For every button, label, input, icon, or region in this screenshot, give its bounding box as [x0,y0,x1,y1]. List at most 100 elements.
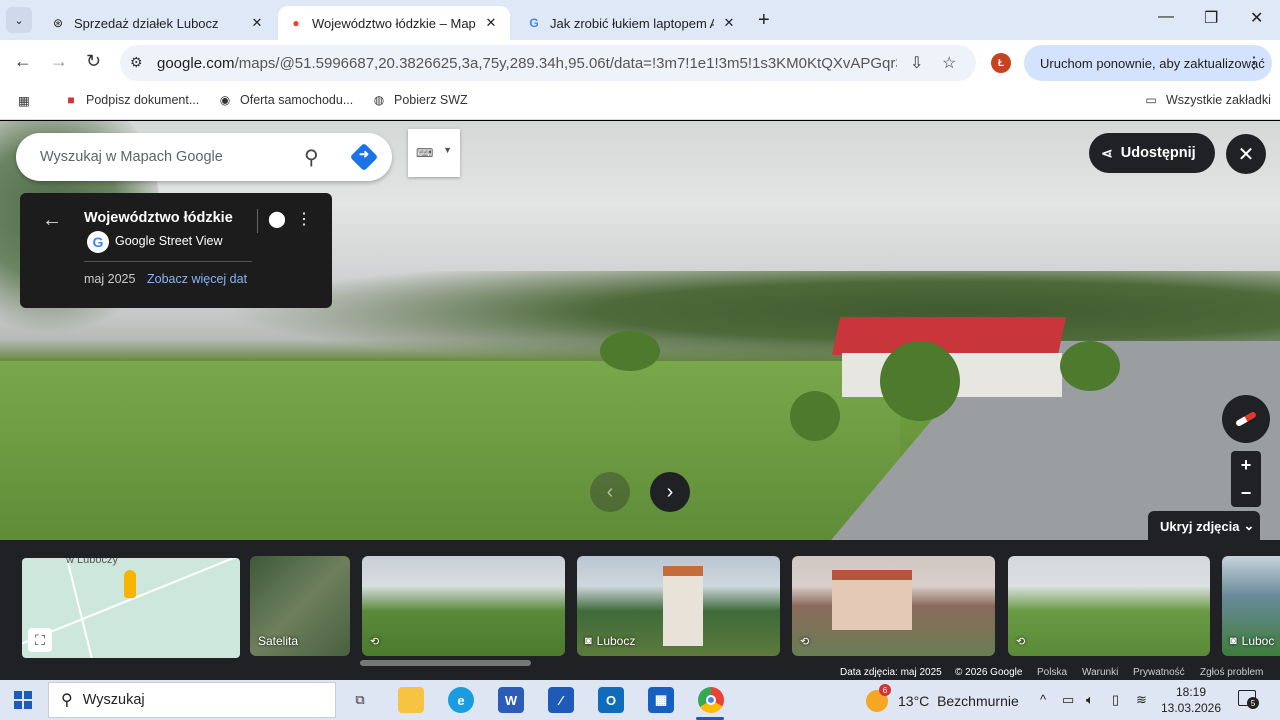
country-link[interactable]: Polska [1037,667,1067,678]
install-app-icon[interactable]: ⇩ [910,53,923,73]
volume-icon[interactable]: 🔈︎ [1086,692,1094,708]
location-title: Województwo łódzkie [84,210,233,226]
zoom-out-button[interactable]: − [1231,479,1261,507]
profile-avatar[interactable]: Ł [991,53,1011,73]
next-photo-button[interactable]: › [650,472,690,512]
document-icon: ■ [67,93,75,107]
compass-button[interactable] [1222,395,1270,443]
privacy-link[interactable]: Prywatność [1133,667,1185,678]
street-view-panorama[interactable] [0,121,1280,540]
back-button[interactable]: ← [14,51,32,72]
report-problem-link[interactable]: Zgłoś problem [1200,667,1263,678]
car-icon: ◉ [219,93,231,107]
back-arrow-icon[interactable]: ← [42,209,62,232]
menu-dots-icon[interactable]: ⋮ [1246,53,1262,73]
photo-date-label: Data zdjęcia: maj 2025 [840,667,942,678]
pegman-icon[interactable] [124,570,136,598]
task-view-icon[interactable]: ⧉ [347,687,373,713]
apps-grid-icon[interactable]: ▦ [18,93,30,108]
new-tab-button[interactable]: + [758,9,770,32]
street-view-icon: ⟲ [800,636,810,648]
address-bar[interactable]: ⚙ google.com/maps/@51.5996687,20.3826625… [120,45,976,81]
close-tab-icon[interactable]: ✕ [482,15,500,31]
copyright-label: © 2026 Google [955,667,1023,678]
file-explorer-icon[interactable] [398,687,424,713]
bookmark-star-icon[interactable]: ☆ [942,53,956,73]
tab-title: Sprzedaż działek Lubocz [74,15,219,31]
photo-strip: w Luboczy ⛶ Satelita ⟲ ◙ Lubocz ⟲ ⟲ ◙ Lubo… [0,540,1280,680]
tab-maps[interactable]: ● Województwo łódzkie – Mapy Google ✕ [278,6,510,40]
search-input[interactable]: Wyszukaj w Mapach Google [40,149,223,165]
camera-icon: ◙ [585,635,592,647]
house-shape [832,570,912,630]
photo-thumbnail[interactable]: ⟲ [1008,556,1210,656]
word-icon[interactable]: W [498,687,524,713]
forward-button[interactable]: → [50,51,68,72]
network-icon[interactable]: ▭ [1062,692,1074,708]
bookmark-item[interactable]: ■ Podpisz dokument... [64,93,199,107]
capture-date: maj 2025 [84,272,136,286]
more-options-icon[interactable]: ⋮ [296,209,312,229]
hide-photos-button[interactable]: Ukryj zdjęcia ⌄ [1148,511,1260,541]
maps-search-box[interactable]: Wyszukaj w Mapach Google ⚲ ➜ [16,133,392,181]
camera-icon: ◙ [1230,635,1237,647]
chrome-icon[interactable] [698,687,724,713]
fullscreen-icon[interactable]: ⛶ [28,628,52,652]
zoom-in-button[interactable]: + [1231,451,1261,479]
globe-icon: ◍ [373,93,385,107]
directions-icon[interactable]: ➜ [349,142,379,172]
folder-icon: ▭ [1145,93,1157,107]
maps-pin-icon: ● [292,16,300,30]
close-street-view-button[interactable]: ✕ [1226,134,1266,174]
street-view-icon: ⟲ [1016,636,1026,648]
keyboard-input-button[interactable]: ⌨ ▼ [408,129,460,177]
clock[interactable]: 18:19 13.03.2026 [1160,684,1222,716]
wifi-icon[interactable]: ≋ [1136,692,1147,708]
photo-thumbnail[interactable]: ⟲ [362,556,565,656]
tab-lubocz[interactable]: ⊛ Sprzedaż działek Lubocz ✕ [40,6,276,40]
satellite-thumbnail[interactable]: Satelita [250,556,350,656]
sun-icon: 6 [866,684,891,712]
outlook-icon[interactable]: O [598,687,624,713]
tab-title: Jak zrobić łukiem laptopem Asus [550,15,714,31]
location-pin-icon[interactable]: ⬤ [268,209,286,229]
weather-widget[interactable]: 6 13°C Bezchmurnie [866,684,1019,712]
photo-thumbnail[interactable]: ◙ Luboc [1222,556,1280,656]
taskbar-search[interactable]: ⚲ Wyszukaj [48,682,336,718]
pdf-app-icon[interactable]: ⁄ [548,687,574,713]
minimize-button[interactable]: — [1158,8,1174,26]
photo-thumbnail[interactable]: ⟲ [792,556,995,656]
street-view-icon: ⟲ [370,636,380,648]
tab-search-button[interactable]: ⌄ [6,7,32,33]
store-icon[interactable]: ▦ [648,687,674,713]
photo-thumbnail[interactable]: ◙ Lubocz [577,556,780,656]
windows-start-icon[interactable] [14,691,32,709]
share-button[interactable]: ⋖ Udostępnij [1089,133,1215,173]
notifications-icon[interactable]: 5 [1238,690,1259,709]
tab-bar: ⌄ ⊛ Sprzedaż działek Lubocz ✕ ● Wojewódz… [0,0,1280,40]
google-logo-icon: G [87,231,109,253]
tab-title: Województwo łódzkie – Mapy Google [312,15,476,31]
terms-link[interactable]: Warunki [1082,667,1118,678]
close-tab-icon[interactable]: ✕ [248,15,266,31]
reload-button[interactable]: ↻ [86,51,101,72]
battery-icon[interactable]: ▯ [1112,692,1119,708]
bookmark-item[interactable]: ◉ Oferta samochodu... [218,93,354,107]
tab-asus[interactable]: G Jak zrobić łukiem laptopem Asus ✕ [516,6,748,40]
search-icon[interactable]: ⚲ [304,145,319,170]
all-bookmarks-button[interactable]: ▭ Wszystkie zakładki [1144,93,1271,107]
keyboard-icon: ⌨ [416,146,434,160]
previous-photo-button[interactable]: ‹ [590,472,630,512]
close-window-button[interactable]: ✕ [1250,8,1263,28]
close-tab-icon[interactable]: ✕ [720,15,738,31]
source-label: Google Street View [115,234,223,248]
bookmark-item[interactable]: ◍ Pobierz SWZ [372,93,468,107]
see-more-dates-link[interactable]: Zobacz więcej dat [147,272,247,286]
restore-button[interactable]: ❐ [1204,8,1218,28]
mini-map[interactable]: w Luboczy ⛶ [22,558,240,658]
url-text[interactable]: google.com/maps/@51.5996687,20.3826625,3… [157,55,897,72]
relaunch-update-button[interactable]: Uruchom ponownie, aby zaktualizować ⋮ [1024,45,1272,81]
site-info-icon[interactable]: ⚙ [130,54,143,71]
chevron-up-icon[interactable]: ^ [1040,692,1046,707]
edge-icon[interactable]: e [448,687,474,713]
